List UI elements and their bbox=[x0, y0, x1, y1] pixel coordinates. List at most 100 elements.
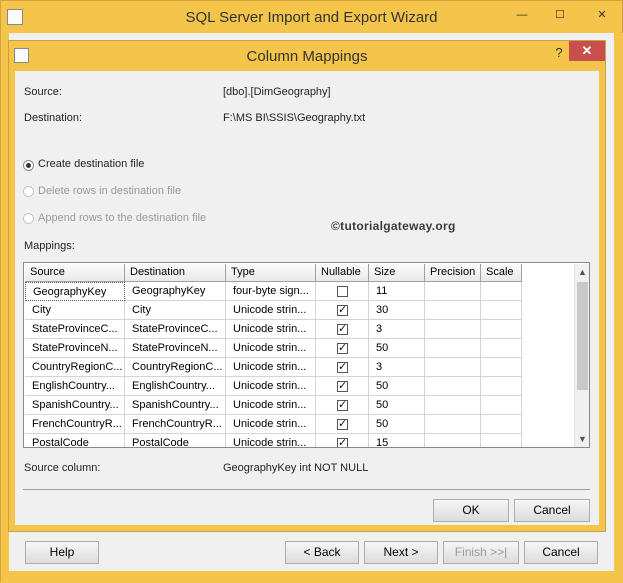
table-row[interactable]: PostalCode PostalCode Unicode strin... ✓ 15 bbox=[25, 434, 522, 447]
ok-button[interactable]: OK bbox=[433, 499, 509, 522]
cell-precision[interactable] bbox=[425, 320, 481, 339]
nullable-checkbox[interactable]: ✓ bbox=[337, 400, 348, 411]
cell-type[interactable]: Unicode strin... bbox=[226, 396, 316, 415]
delete-rows-label[interactable]: Delete rows in destination file bbox=[38, 185, 181, 197]
cell-source[interactable]: EnglishCountry... bbox=[25, 377, 125, 396]
cell-nullable[interactable]: ✓ bbox=[316, 377, 369, 396]
create-destination-file-label[interactable]: Create destination file bbox=[38, 158, 144, 170]
help-button[interactable]: Help bbox=[25, 541, 99, 564]
cell-source[interactable]: CountryRegionC... bbox=[25, 358, 125, 377]
cell-size[interactable]: 50 bbox=[369, 415, 425, 434]
cell-source[interactable]: FrenchCountryR... bbox=[25, 415, 125, 434]
cell-scale[interactable] bbox=[481, 301, 522, 320]
cell-type[interactable]: Unicode strin... bbox=[226, 358, 316, 377]
cell-type[interactable]: Unicode strin... bbox=[226, 320, 316, 339]
cell-nullable[interactable]: ✓ bbox=[316, 434, 369, 447]
column-header-source[interactable]: Source bbox=[25, 264, 125, 282]
scroll-thumb[interactable] bbox=[577, 282, 588, 390]
cell-type[interactable]: Unicode strin... bbox=[226, 434, 316, 447]
cell-destination[interactable]: StateProvinceN... bbox=[125, 339, 226, 358]
cell-size[interactable]: 50 bbox=[369, 339, 425, 358]
cell-size[interactable]: 50 bbox=[369, 396, 425, 415]
table-row[interactable]: SpanishCountry... SpanishCountry... Unicod… bbox=[25, 396, 522, 415]
column-header-precision[interactable]: Precision bbox=[425, 264, 481, 282]
cell-nullable[interactable]: ✓ bbox=[316, 396, 369, 415]
scroll-up-icon[interactable]: ▲ bbox=[575, 264, 589, 280]
cell-nullable[interactable]: ✓ bbox=[316, 339, 369, 358]
cell-precision[interactable] bbox=[425, 377, 481, 396]
cell-type[interactable]: Unicode strin... bbox=[226, 301, 316, 320]
cell-source[interactable]: City bbox=[25, 301, 125, 320]
table-row[interactable]: FrenchCountryR... FrenchCountryR... Unicod… bbox=[25, 415, 522, 434]
cell-type[interactable]: Unicode strin... bbox=[226, 415, 316, 434]
delete-rows-radio[interactable] bbox=[23, 186, 34, 197]
cell-scale[interactable] bbox=[481, 377, 522, 396]
cell-size[interactable]: 3 bbox=[369, 358, 425, 377]
cell-scale[interactable] bbox=[481, 282, 522, 301]
maximize-icon[interactable]: ☐ bbox=[549, 7, 571, 23]
back-button[interactable]: < Back bbox=[285, 541, 359, 564]
cell-size[interactable]: 11 bbox=[369, 282, 425, 301]
append-rows-radio[interactable] bbox=[23, 213, 34, 224]
cell-scale[interactable] bbox=[481, 434, 522, 447]
cell-nullable[interactable]: ✓ bbox=[316, 358, 369, 377]
cell-destination[interactable]: CountryRegionC... bbox=[125, 358, 226, 377]
cell-nullable[interactable]: ✓ bbox=[316, 320, 369, 339]
append-rows-label[interactable]: Append rows to the destination file bbox=[38, 212, 206, 224]
cell-source[interactable]: GeographyKey bbox=[25, 282, 125, 301]
cell-scale[interactable] bbox=[481, 396, 522, 415]
cell-nullable[interactable]: ✓ bbox=[316, 415, 369, 434]
finish-button[interactable]: Finish >>| bbox=[443, 541, 519, 564]
cell-nullable[interactable] bbox=[316, 282, 369, 301]
minimize-icon[interactable]: — bbox=[511, 7, 533, 23]
cell-nullable[interactable]: ✓ bbox=[316, 301, 369, 320]
cell-type[interactable]: Unicode strin... bbox=[226, 377, 316, 396]
cell-size[interactable]: 3 bbox=[369, 320, 425, 339]
cell-destination[interactable]: FrenchCountryR... bbox=[125, 415, 226, 434]
cell-destination[interactable]: EnglishCountry... bbox=[125, 377, 226, 396]
table-row[interactable]: City City Unicode strin... ✓ 30 bbox=[25, 301, 522, 320]
dialog-close-icon[interactable]: ✕ bbox=[569, 41, 605, 61]
cell-precision[interactable] bbox=[425, 396, 481, 415]
cell-precision[interactable] bbox=[425, 358, 481, 377]
column-header-type[interactable]: Type bbox=[226, 264, 316, 282]
nullable-checkbox[interactable]: ✓ bbox=[337, 324, 348, 335]
cell-destination[interactable]: SpanishCountry... bbox=[125, 396, 226, 415]
wizard-cancel-button[interactable]: Cancel bbox=[524, 541, 598, 564]
nullable-checkbox[interactable]: ✓ bbox=[337, 305, 348, 316]
cell-source[interactable]: StateProvinceC... bbox=[25, 320, 125, 339]
cell-size[interactable]: 15 bbox=[369, 434, 425, 447]
nullable-checkbox[interactable]: ✓ bbox=[337, 438, 348, 447]
nullable-checkbox[interactable]: ✓ bbox=[337, 343, 348, 354]
vertical-scrollbar[interactable]: ▲ ▼ bbox=[574, 264, 589, 447]
cell-destination[interactable]: StateProvinceC... bbox=[125, 320, 226, 339]
wizard-close-icon[interactable]: ✕ bbox=[591, 7, 613, 23]
scroll-down-icon[interactable]: ▼ bbox=[575, 431, 589, 447]
cell-destination[interactable]: PostalCode bbox=[125, 434, 226, 447]
cell-destination[interactable]: City bbox=[125, 301, 226, 320]
cell-precision[interactable] bbox=[425, 339, 481, 358]
cell-scale[interactable] bbox=[481, 415, 522, 434]
cell-scale[interactable] bbox=[481, 320, 522, 339]
column-header-destination[interactable]: Destination bbox=[125, 264, 226, 282]
cell-source[interactable]: StateProvinceN... bbox=[25, 339, 125, 358]
next-button[interactable]: Next > bbox=[364, 541, 438, 564]
cell-precision[interactable] bbox=[425, 282, 481, 301]
table-row[interactable]: CountryRegionC... CountryRegionC... Unicod… bbox=[25, 358, 522, 377]
cell-precision[interactable] bbox=[425, 301, 481, 320]
cell-precision[interactable] bbox=[425, 434, 481, 447]
cell-type[interactable]: four-byte sign... bbox=[226, 282, 316, 301]
cancel-button[interactable]: Cancel bbox=[514, 499, 590, 522]
nullable-checkbox[interactable]: ✓ bbox=[337, 381, 348, 392]
nullable-checkbox[interactable]: ✓ bbox=[337, 419, 348, 430]
table-row[interactable]: GeographyKey GeographyKey four-byte sign..… bbox=[25, 282, 522, 301]
table-row[interactable]: EnglishCountry... EnglishCountry... Unicod… bbox=[25, 377, 522, 396]
table-row[interactable]: StateProvinceN... StateProvinceN... Unicod… bbox=[25, 339, 522, 358]
cell-source[interactable]: SpanishCountry... bbox=[25, 396, 125, 415]
cell-size[interactable]: 30 bbox=[369, 301, 425, 320]
help-icon[interactable]: ? bbox=[551, 45, 567, 61]
column-header-size[interactable]: Size bbox=[369, 264, 425, 282]
cell-scale[interactable] bbox=[481, 339, 522, 358]
create-destination-file-radio[interactable] bbox=[23, 160, 34, 171]
nullable-checkbox[interactable] bbox=[337, 286, 348, 297]
